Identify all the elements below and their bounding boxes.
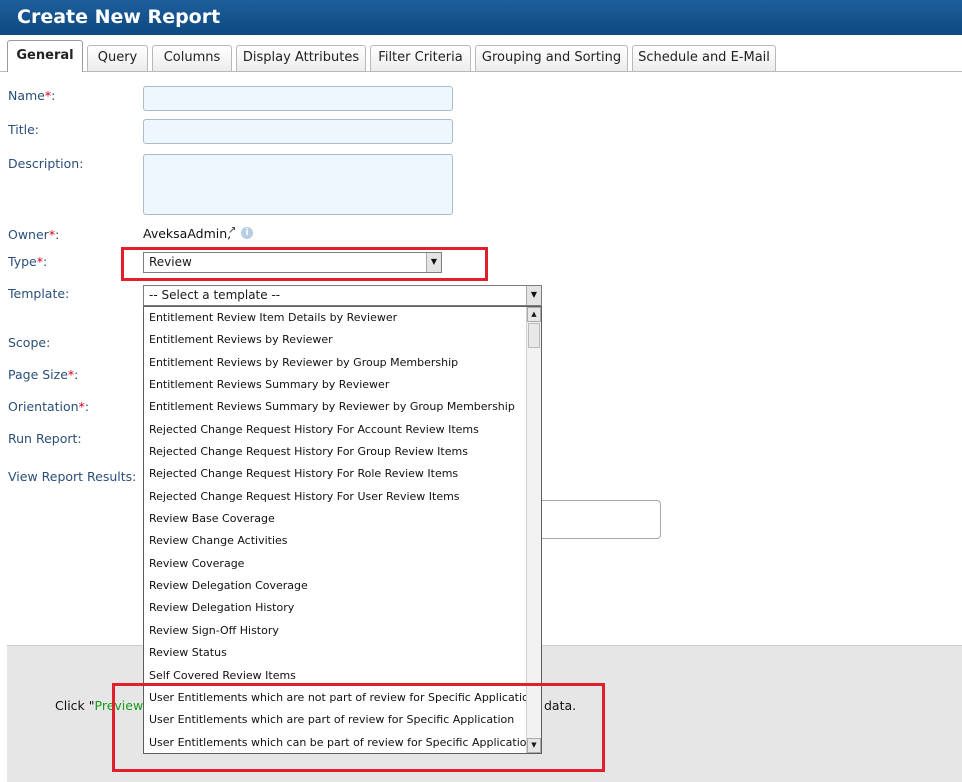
list-item[interactable]: Rejected Change Request History For User… [144,486,541,508]
name-label: Name*: [8,88,56,103]
list-item[interactable]: Entitlement Reviews by Reviewer by Group… [144,352,541,374]
chevron-down-icon[interactable]: ▼ [526,286,541,305]
list-item[interactable]: Rejected Change Request History For Acco… [144,419,541,441]
list-item[interactable]: Review Status [144,642,541,664]
list-item[interactable]: Entitlement Reviews by Reviewer [144,329,541,351]
list-item[interactable]: Review Delegation History [144,597,541,619]
list-item[interactable]: Review Change Activities [144,530,541,552]
view-results-field[interactable] [542,500,661,539]
view-results-label: View Report Results: [8,469,137,484]
list-item[interactable]: Rejected Change Request History For Grou… [144,441,541,463]
title-input[interactable] [143,119,453,144]
list-item[interactable]: Rejected Change Request History For Role… [144,463,541,485]
description-textarea[interactable] [143,154,453,215]
list-item[interactable]: Entitlement Reviews Summary by Reviewer [144,374,541,396]
type-label: Type*: [8,254,48,269]
tab-general[interactable]: General [7,40,83,72]
template-select[interactable]: -- Select a template -- ▼ [143,285,542,306]
title-label: Title: [8,122,39,137]
list-item[interactable]: Review Sign-Off History [144,620,541,642]
list-item[interactable]: Entitlement Reviews Summary by Reviewer … [144,396,541,418]
template-select-value: -- Select a template -- [149,288,281,302]
run-report-label: Run Report: [8,431,82,446]
page-size-label: Page Size*: [8,367,79,382]
name-input[interactable] [143,86,453,111]
scroll-thumb[interactable] [528,323,540,348]
template-label: Template: [8,286,70,301]
external-link-icon[interactable]: ↗ [228,225,236,236]
user-entitlements-highlight-box [112,683,605,772]
tab-schedule-and-email[interactable]: Schedule and E-Mail [632,45,776,71]
tab-columns[interactable]: Columns [152,45,232,71]
scroll-up-icon[interactable]: ▲ [527,307,541,322]
info-icon[interactable]: i [241,227,253,239]
type-highlight-box [121,247,488,281]
window-title: Create New Report [0,0,962,35]
tab-display-attributes[interactable]: Display Attributes [236,45,366,71]
list-item[interactable]: Review Coverage [144,553,541,575]
list-item[interactable]: Review Base Coverage [144,508,541,530]
tab-bar: General Query Columns Display Attributes… [0,38,962,72]
owner-value: AveksaAdmin, [143,226,232,241]
description-label: Description: [8,156,84,171]
list-item[interactable]: Review Delegation Coverage [144,575,541,597]
list-item[interactable]: Entitlement Review Item Details by Revie… [144,307,541,329]
tab-grouping-and-sorting[interactable]: Grouping and Sorting [475,45,628,71]
owner-label: Owner*: [8,227,60,242]
scope-label: Scope: [8,335,51,350]
orientation-label: Orientation*: [8,399,90,414]
tab-filter-criteria[interactable]: Filter Criteria [370,45,471,71]
tab-query[interactable]: Query [87,45,148,71]
